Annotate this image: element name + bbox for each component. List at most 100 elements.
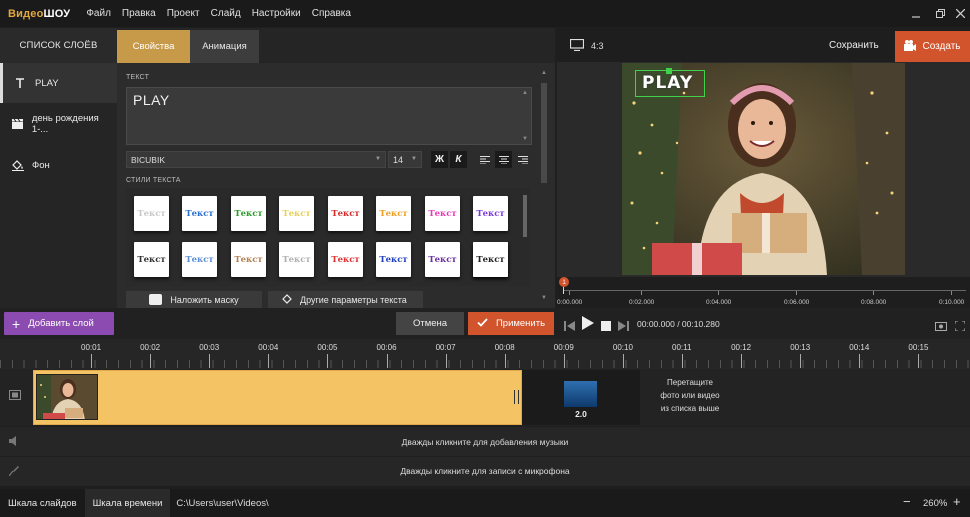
clip-trim-handle[interactable] xyxy=(514,390,519,404)
italic-button[interactable]: К xyxy=(450,151,467,168)
preview-timeline-track xyxy=(563,290,966,291)
preview-timeline-tick: 0:00.000 xyxy=(557,299,583,306)
tab-time-scale[interactable]: Шкала времени xyxy=(84,489,171,517)
text-style-tile[interactable]: Текст xyxy=(376,196,411,231)
preview-timeline-tick: 0:06.000 xyxy=(784,299,810,306)
text-style-tile[interactable]: Текст xyxy=(182,242,217,277)
text-style-tile[interactable]: Текст xyxy=(473,242,508,277)
align-right-icon[interactable] xyxy=(514,151,531,168)
menu-edit[interactable]: Правка xyxy=(122,8,156,19)
bold-button[interactable]: Ж xyxy=(431,151,448,168)
text-selection-box[interactable]: PLAY xyxy=(635,68,705,97)
preview-timeline-tick: 0:10.000 xyxy=(939,299,965,306)
text-style-tile[interactable]: Текст xyxy=(425,242,460,277)
preview-playhead[interactable] xyxy=(563,287,564,294)
text-style-tile[interactable]: Текст xyxy=(231,196,266,231)
ruler-label: 00:09 xyxy=(553,343,574,352)
menu-help[interactable]: Справка xyxy=(312,8,351,19)
styles-scrollbar[interactable] xyxy=(523,195,527,237)
slide-2[interactable]: 2.0 xyxy=(522,370,640,425)
ruler-label: 00:12 xyxy=(731,343,752,352)
preview-timeline-tick-mark xyxy=(718,291,719,295)
aspect-ratio-button[interactable]: 4:3 xyxy=(569,38,604,53)
tab-properties[interactable]: Свойства xyxy=(117,30,190,63)
tab-animation[interactable]: Анимация xyxy=(190,30,259,63)
music-track-hint: Дважды кликните для добавления музыки xyxy=(401,437,569,447)
aspect-ratio-value: 4:3 xyxy=(591,41,604,51)
save-button[interactable]: Сохранить xyxy=(829,40,879,51)
paint-bucket-icon xyxy=(12,159,32,171)
menu-file[interactable]: Файл xyxy=(86,8,111,19)
ruler-label: 00:06 xyxy=(376,343,397,352)
text-style-tile[interactable]: Текст xyxy=(279,242,314,277)
layer-item-background[interactable]: Фон xyxy=(0,145,117,185)
text-style-tile[interactable]: Текст xyxy=(279,196,314,231)
menu-slide[interactable]: Слайд xyxy=(211,8,241,19)
text-style-tile[interactable]: Текст xyxy=(134,196,169,231)
preview-timeline-tick: 0:02.000 xyxy=(629,299,655,306)
text-style-tile[interactable]: Текст xyxy=(328,196,363,231)
align-left-icon[interactable] xyxy=(476,151,493,168)
scroll-down-icon[interactable]: ▼ xyxy=(541,295,547,301)
stop-icon[interactable] xyxy=(601,318,611,336)
preview-marker[interactable]: 1 xyxy=(559,277,569,287)
minimize-icon[interactable] xyxy=(904,0,928,27)
ruler-label: 00:15 xyxy=(908,343,929,352)
tab-slides-scale[interactable]: Шкала слайдов xyxy=(0,489,85,517)
create-button[interactable]: Создать xyxy=(895,31,970,62)
skip-forward-icon[interactable] xyxy=(618,318,629,336)
text-styles-label: СТИЛИ ТЕКСТА xyxy=(126,177,181,184)
scroll-up-icon[interactable]: ▲ xyxy=(541,70,547,76)
fullscreen-icon[interactable] xyxy=(954,318,966,336)
video-clip[interactable] xyxy=(33,370,522,425)
layer-item-play[interactable]: PLAY xyxy=(0,63,117,103)
text-style-tile[interactable]: Текст xyxy=(134,242,169,277)
ruler-major-tick xyxy=(622,354,624,368)
preview-timeline-tick-mark xyxy=(873,291,874,295)
time-readout: 00:00.000 / 00:10.280 xyxy=(637,319,720,329)
ruler-label: 00:05 xyxy=(317,343,338,352)
text-style-tile[interactable]: Текст xyxy=(231,242,266,277)
close-icon[interactable] xyxy=(948,0,970,27)
mic-track[interactable]: Дважды кликните для записи с микрофона xyxy=(0,457,970,486)
font-size-select[interactable]: 14 ▼ xyxy=(388,151,422,168)
text-input[interactable]: PLAY ▲ ▼ xyxy=(126,87,532,145)
snapshot-icon[interactable] xyxy=(935,318,947,336)
ruler-label: 00:07 xyxy=(435,343,456,352)
zoom-in-button[interactable]: + xyxy=(953,494,961,509)
ruler-label: 00:02 xyxy=(140,343,161,352)
font-select[interactable]: BICUBIK ▼ xyxy=(126,151,386,168)
zoom-level: 260% xyxy=(923,498,948,509)
zoom-out-button[interactable]: − xyxy=(903,494,911,509)
mask-button[interactable]: Наложить маску xyxy=(126,291,262,308)
text-style-tile[interactable]: Текст xyxy=(182,196,217,231)
preview-timeline[interactable] xyxy=(557,277,970,309)
text-style-tile[interactable]: Текст xyxy=(425,196,460,231)
text-style-tile[interactable]: Текст xyxy=(473,196,508,231)
music-track[interactable]: Дважды кликните для добавления музыки xyxy=(0,427,970,456)
apply-button[interactable]: Применить xyxy=(468,312,554,335)
text-style-tile[interactable]: Текст xyxy=(328,242,363,277)
play-icon[interactable] xyxy=(582,316,594,335)
ruler-major-tick xyxy=(91,354,92,368)
skip-back-icon[interactable] xyxy=(564,318,575,336)
props-scrollbar[interactable] xyxy=(541,83,547,183)
film-strip-icon xyxy=(9,390,21,403)
align-center-icon[interactable] xyxy=(495,151,512,168)
rotate-handle[interactable] xyxy=(666,68,672,74)
mask-icon xyxy=(149,294,163,305)
menu-project[interactable]: Проект xyxy=(167,8,200,19)
apply-button-label: Применить xyxy=(495,318,546,329)
cancel-button[interactable]: Отмена xyxy=(396,312,464,335)
menu-settings[interactable]: Настройки xyxy=(252,8,301,19)
chevron-down-icon: ▼ xyxy=(411,156,417,162)
add-layer-button[interactable]: + Добавить слой xyxy=(4,312,114,335)
more-text-options-button[interactable]: Другие параметры текста xyxy=(268,291,423,308)
layer-item-video[interactable]: день рождения 1-... xyxy=(0,104,117,144)
ruler-minor-ticks xyxy=(0,360,970,368)
text-style-tile[interactable]: Текст xyxy=(376,242,411,277)
drop-hint-line-1: Перетащите xyxy=(667,378,713,387)
preview-image[interactable]: PLAY xyxy=(622,63,905,275)
ruler-major-tick xyxy=(327,354,329,368)
preview-timeline-tick-mark xyxy=(569,291,570,295)
